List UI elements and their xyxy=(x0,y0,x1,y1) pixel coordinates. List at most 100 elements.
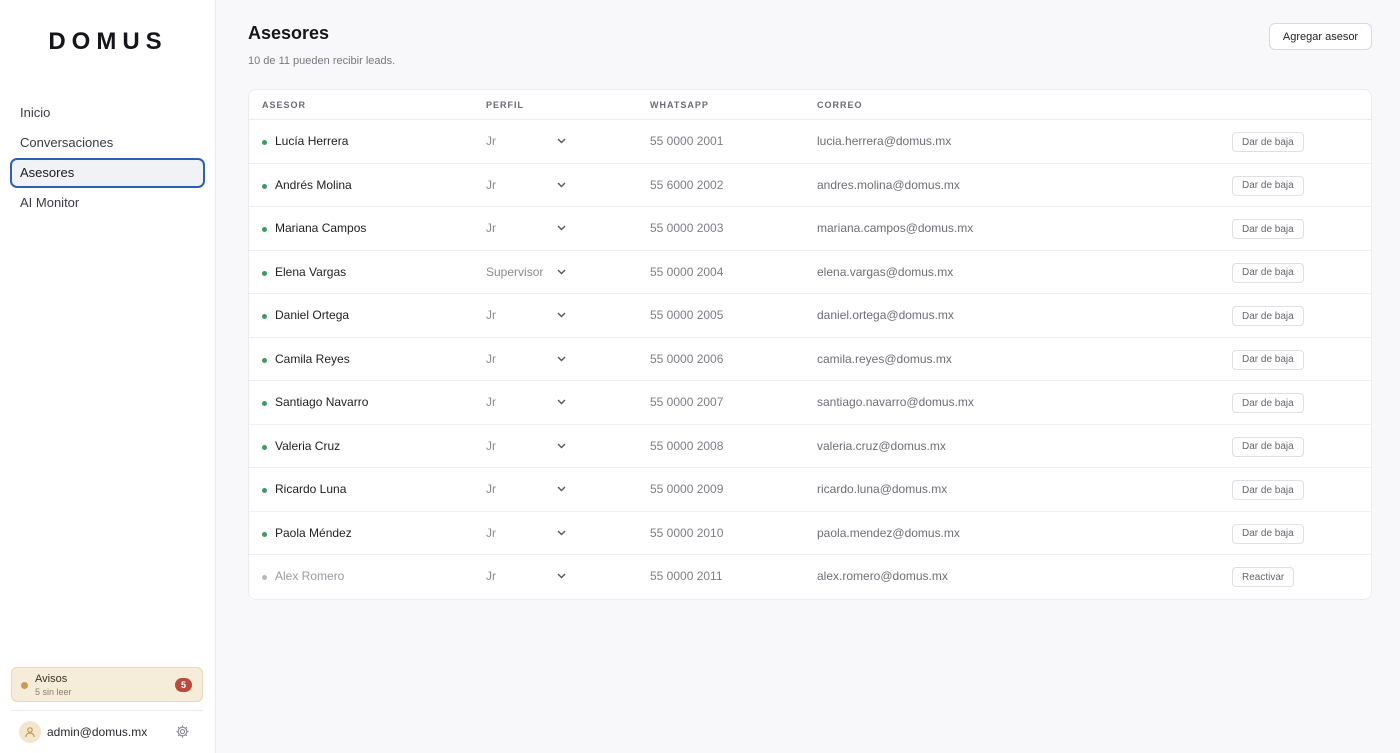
chevron-down-icon[interactable] xyxy=(557,530,566,536)
whatsapp-number: 55 0000 2004 xyxy=(650,264,724,279)
profile-select[interactable]: Jr xyxy=(486,526,566,540)
profile-select[interactable]: Supervisor xyxy=(486,265,566,279)
chevron-down-icon[interactable] xyxy=(557,443,566,449)
sidebar: DOMUS Inicio Conversaciones Asesores AI … xyxy=(0,0,216,753)
reactivate-button[interactable]: Reactivar xyxy=(1232,567,1295,587)
sidebar-nav: Inicio Conversaciones Asesores AI Monito… xyxy=(10,98,205,218)
deactivate-button[interactable]: Dar de baja xyxy=(1232,349,1304,370)
status-dot-icon xyxy=(262,575,267,580)
profile-select[interactable]: Jr xyxy=(486,221,566,235)
sidebar-divider xyxy=(11,710,203,711)
advisor-email: andres.molina@domus.mx xyxy=(817,177,960,192)
add-advisor-button[interactable]: Agregar asesor xyxy=(1269,23,1372,50)
deactivate-button[interactable]: Dar de baja xyxy=(1232,175,1304,196)
whatsapp-number: 55 0000 2007 xyxy=(650,395,724,409)
chevron-down-icon[interactable] xyxy=(557,356,566,362)
profile-select[interactable]: Jr xyxy=(486,352,566,366)
sidebar-item-ai-monitor[interactable]: AI Monitor xyxy=(10,188,205,218)
column-header-correo[interactable]: CORREO xyxy=(817,100,863,110)
profile-select[interactable]: Jr xyxy=(486,308,566,322)
page-subtitle: 10 de 11 pueden recibir leads. xyxy=(248,55,396,67)
chevron-down-icon[interactable] xyxy=(557,182,566,188)
column-header-whatsapp[interactable]: WHATSAPP xyxy=(650,100,709,110)
table-row[interactable]: Santiago Navarro Jr 55 0000 2007 santiago.n… xyxy=(249,381,1371,425)
profile-select[interactable]: Jr xyxy=(486,439,566,453)
profile-select[interactable]: Jr xyxy=(486,134,566,148)
chevron-down-icon[interactable] xyxy=(557,399,566,405)
advisor-name: Daniel Ortega xyxy=(275,308,350,322)
table-header: ASESOR PERFIL WHATSAPP CORREO xyxy=(249,90,1371,120)
table-row[interactable]: Alex Romero Jr 55 0000 2011 alex.romero@dom… xyxy=(249,555,1371,599)
deactivate-button[interactable]: Dar de baja xyxy=(1232,480,1304,500)
table-row[interactable]: Camila Reyes Jr 55 0000 2006 camila.reyes@d… xyxy=(249,338,1371,381)
advisor-name: Elena Vargas xyxy=(275,264,347,279)
whatsapp-number: 55 0000 2005 xyxy=(650,308,724,322)
sidebar-item-asesores[interactable]: Asesores xyxy=(10,158,205,188)
table-row[interactable]: Lucía Herrera Jr 55 0000 2001 lucia.herrera… xyxy=(249,120,1371,164)
advisor-name: Camila Reyes xyxy=(275,351,350,366)
table-row[interactable]: Daniel Ortega Jr 55 0000 2005 daniel.ortega… xyxy=(249,294,1371,338)
advisor-name: Ricardo Luna xyxy=(275,482,347,496)
deactivate-button[interactable]: Dar de baja xyxy=(1232,132,1304,152)
notice-dot-icon xyxy=(21,682,28,689)
profile-select[interactable]: Jr xyxy=(486,395,566,409)
advisors-table: ASESOR PERFIL WHATSAPP CORREO Lucía Herr… xyxy=(248,89,1372,600)
advisor-email: valeria.cruz@domus.mx xyxy=(817,438,946,453)
main-content: Asesores 10 de 11 pueden recibir leads. … xyxy=(216,0,1400,753)
user-email: admin@domus.mx xyxy=(47,725,148,739)
chevron-down-icon[interactable] xyxy=(557,269,566,275)
table-row[interactable]: Valeria Cruz Jr 55 0000 2008 valeria.cruz@d… xyxy=(249,425,1371,468)
profile-select[interactable]: Jr xyxy=(486,178,566,192)
deactivate-button[interactable]: Dar de baja xyxy=(1232,436,1304,457)
profile-select[interactable]: Jr xyxy=(486,569,566,583)
notices-card[interactable]: Avisos 5 sin leer 5 xyxy=(11,667,203,702)
whatsapp-number: 55 0000 2008 xyxy=(650,438,724,453)
advisor-email: elena.vargas@domus.mx xyxy=(817,264,954,279)
profile-select[interactable]: Jr xyxy=(486,482,566,496)
column-header-asesor[interactable]: ASESOR xyxy=(262,100,306,110)
advisor-email: paola.mendez@domus.mx xyxy=(817,525,960,540)
status-dot-icon xyxy=(262,314,267,319)
gear-icon[interactable] xyxy=(175,724,190,739)
notice-subtitle: 5 sin leer xyxy=(35,687,72,697)
table-row[interactable]: Andrés Molina Jr 55 6000 2002 andres.molina… xyxy=(249,164,1371,207)
status-dot-icon xyxy=(262,488,267,493)
table-row[interactable]: Ricardo Luna Jr 55 0000 2009 ricardo.luna@d… xyxy=(249,468,1371,512)
chevron-down-icon[interactable] xyxy=(557,486,566,492)
deactivate-button[interactable]: Dar de baja xyxy=(1232,393,1304,413)
whatsapp-number: 55 0000 2006 xyxy=(650,351,724,366)
chevron-down-icon[interactable] xyxy=(557,225,566,231)
user-profile: admin@domus.mx xyxy=(19,721,197,743)
table-row[interactable]: Elena Vargas Supervisor 55 0000 2004 elena.… xyxy=(249,251,1371,294)
chevron-down-icon[interactable] xyxy=(557,138,566,144)
brand-logo[interactable]: DOMUS xyxy=(0,28,216,56)
advisor-name: Andrés Molina xyxy=(275,177,352,192)
advisor-name: Paola Méndez xyxy=(275,525,352,540)
advisor-email: lucia.herrera@domus.mx xyxy=(817,134,952,148)
deactivate-button[interactable]: Dar de baja xyxy=(1232,306,1304,326)
sidebar-item-conversaciones[interactable]: Conversaciones xyxy=(10,128,205,158)
deactivate-button[interactable]: Dar de baja xyxy=(1232,219,1304,239)
chevron-down-icon[interactable] xyxy=(557,573,566,579)
whatsapp-number: 55 6000 2002 xyxy=(650,177,724,192)
notice-count-badge: 5 xyxy=(175,678,192,692)
table-row[interactable]: Paola Méndez Jr 55 0000 2010 paola.mendez@d… xyxy=(249,512,1371,555)
deactivate-button[interactable]: Dar de baja xyxy=(1232,262,1304,283)
whatsapp-number: 55 0000 2003 xyxy=(650,221,724,235)
advisor-name: Alex Romero xyxy=(275,569,345,583)
advisor-email: ricardo.luna@domus.mx xyxy=(817,482,948,496)
whatsapp-number: 55 0000 2010 xyxy=(650,525,724,540)
table-row[interactable]: Mariana Campos Jr 55 0000 2003 mariana.camp… xyxy=(249,207,1371,251)
user-avatar-icon[interactable] xyxy=(19,721,41,743)
advisor-name: Mariana Campos xyxy=(275,221,367,235)
column-header-perfil[interactable]: PERFIL xyxy=(486,100,524,110)
deactivate-button[interactable]: Dar de baja xyxy=(1232,523,1304,544)
notice-title: Avisos xyxy=(35,673,68,685)
advisor-email: alex.romero@domus.mx xyxy=(817,569,948,583)
chevron-down-icon[interactable] xyxy=(557,312,566,318)
advisor-name: Lucía Herrera xyxy=(275,134,349,148)
advisor-name: Valeria Cruz xyxy=(275,438,341,453)
sidebar-item-inicio[interactable]: Inicio xyxy=(10,98,205,128)
status-dot-icon xyxy=(262,444,267,450)
table-body: Lucía Herrera Jr 55 0000 2001 lucia.herrera… xyxy=(249,120,1371,599)
